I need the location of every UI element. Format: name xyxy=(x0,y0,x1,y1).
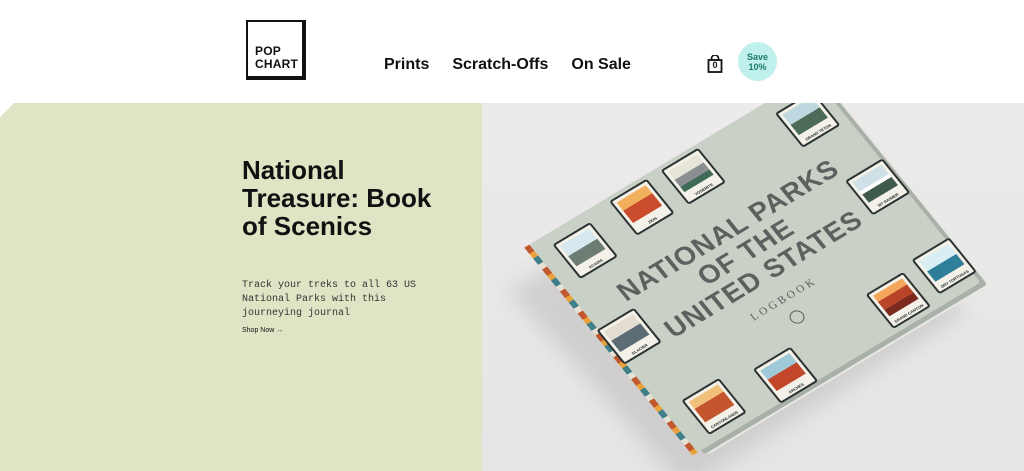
hero-subtitle: Track your treks to all 63 US National P… xyxy=(242,280,417,319)
nav-on-sale[interactable]: On Sale xyxy=(571,56,631,74)
save-badge-line1: Save xyxy=(746,51,769,62)
logo-text-line1: POP xyxy=(255,44,281,58)
panel-corner xyxy=(0,103,14,117)
save-badge-line2: 10% xyxy=(748,61,767,72)
logo-text-line2: CHART xyxy=(255,57,298,71)
cart-button[interactable]: 0 xyxy=(706,55,724,73)
save-10-badge[interactable]: Save 10% xyxy=(738,42,777,81)
site-header: POP CHART Prints Scratch-Offs On Sale 0 … xyxy=(0,0,1024,103)
nav-scratch-offs[interactable]: Scratch-Offs xyxy=(452,56,548,74)
hero-image-panel: ACADIA ZION YOSEMITE GRAND TETON GLACIER… xyxy=(482,103,1024,471)
main-nav: Prints Scratch-Offs On Sale xyxy=(384,56,631,74)
nav-prints[interactable]: Prints xyxy=(384,56,429,74)
logbook-product-image[interactable]: ACADIA ZION YOSEMITE GRAND TETON GLACIER… xyxy=(524,103,981,456)
shop-now-link[interactable]: Shop Now → xyxy=(242,327,283,334)
cart-count: 0 xyxy=(712,60,718,70)
pop-chart-logo[interactable]: POP CHART xyxy=(246,20,306,80)
hero-title: National Treasure: Book of Scenics xyxy=(242,155,432,241)
